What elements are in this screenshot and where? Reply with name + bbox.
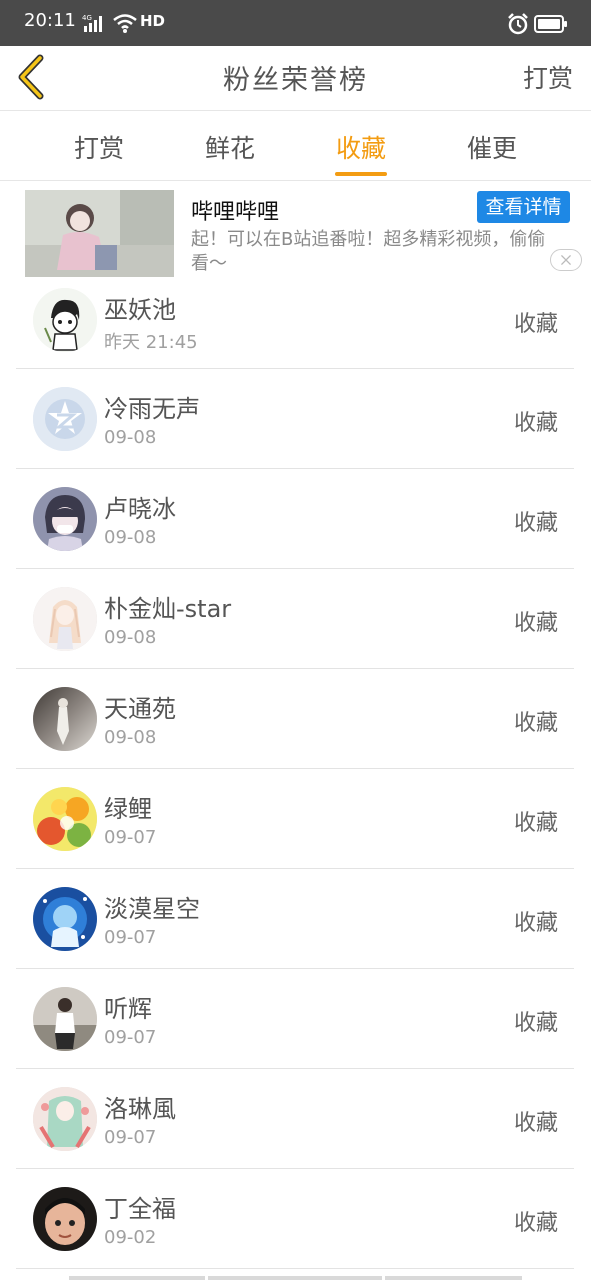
collect-label: 收藏	[513, 1011, 558, 1036]
view-details-button[interactable]: 查看详情	[477, 191, 570, 223]
tab-flowers[interactable]: 鲜花	[190, 129, 270, 165]
collect-label: 收藏	[513, 611, 558, 636]
fan-date: 09-07	[104, 927, 157, 948]
list-item[interactable]: 冷雨无声 09-08 收藏	[16, 369, 574, 469]
collect-label: 收藏	[513, 811, 558, 836]
fan-name: 冷雨无声	[104, 395, 200, 423]
fan-name: 天通苑	[104, 695, 176, 723]
fan-date: 09-08	[104, 427, 157, 448]
fan-name: 听辉	[104, 995, 152, 1023]
list-item[interactable]: 朴金灿-star 09-08 收藏	[16, 569, 574, 669]
fan-date: 09-08	[104, 627, 157, 648]
collect-label: 收藏	[513, 411, 558, 436]
collect-label: 收藏	[513, 511, 558, 536]
avatar	[33, 887, 97, 951]
signal-icon: 4G	[82, 14, 102, 32]
fan-name: 卢晓冰	[104, 495, 176, 523]
collect-label: 收藏	[513, 711, 558, 736]
list-item[interactable]: 天通苑 09-08 收藏	[16, 669, 574, 769]
hd-indicator: HD	[140, 12, 166, 30]
avatar	[33, 787, 97, 851]
fan-date: 09-07	[104, 827, 157, 848]
tab-tip[interactable]: 打赏	[59, 129, 139, 165]
title-bar: 粉丝荣誉榜 打赏	[0, 46, 591, 111]
avatar	[33, 587, 97, 651]
list-item[interactable]: 洛琳風 09-07 收藏	[16, 1069, 574, 1169]
status-time: 20:11	[24, 10, 76, 31]
list-item[interactable]: 丁全福 09-02 收藏	[16, 1169, 574, 1269]
tab-collect[interactable]: 收藏	[321, 129, 401, 165]
bottom-bar-segment	[385, 1276, 522, 1280]
alarm-icon	[508, 13, 528, 35]
fan-date: 09-08	[104, 727, 157, 748]
list-item[interactable]: 听辉 09-07 收藏	[16, 969, 574, 1069]
avatar	[33, 1187, 97, 1251]
close-icon[interactable]	[550, 249, 582, 271]
ad-title: 哔哩哔哩	[191, 200, 280, 225]
avatar	[33, 987, 97, 1051]
avatar	[33, 1087, 97, 1151]
collect-label: 收藏	[513, 911, 558, 936]
list-item[interactable]: 绿鲤 09-07 收藏	[16, 769, 574, 869]
tab-urge[interactable]: 催更	[452, 129, 532, 165]
avatar	[33, 387, 97, 451]
fan-date: 09-08	[104, 527, 157, 548]
fan-name: 洛琳風	[104, 1095, 176, 1123]
bottom-bar-segment	[69, 1276, 205, 1280]
fan-name: 淡漠星空	[104, 895, 200, 923]
fan-name: 绿鲤	[104, 795, 152, 823]
collect-label: 收藏	[513, 1111, 558, 1136]
list-item[interactable]: 淡漠星空 09-07 收藏	[16, 869, 574, 969]
list-item[interactable]: 卢晓冰 09-08 收藏	[16, 469, 574, 569]
avatar	[33, 288, 97, 352]
fan-list: 巫妖池 昨天 21:45 收藏 冷雨无声 09-08 收藏 卢晓冰 09-08 …	[0, 270, 591, 1269]
active-tab-indicator	[335, 172, 387, 176]
ad-description: 起！可以在B站追番啦！超多精彩视频，偷偷看〜	[191, 229, 546, 274]
battery-icon	[534, 15, 567, 33]
fan-name: 巫妖池	[104, 296, 176, 324]
fan-date: 09-07	[104, 1027, 157, 1048]
wifi-icon	[113, 14, 137, 33]
fan-date: 昨天 21:45	[104, 332, 198, 353]
fan-date: 09-07	[104, 1127, 157, 1148]
tip-button[interactable]: 打赏	[523, 59, 573, 95]
fan-date: 09-02	[104, 1227, 157, 1248]
collect-label: 收藏	[513, 1211, 558, 1236]
network-label: 4G	[82, 14, 92, 22]
avatar	[33, 687, 97, 751]
ad-thumbnail[interactable]	[25, 190, 174, 277]
list-item[interactable]: 巫妖池 昨天 21:45 收藏	[16, 270, 574, 369]
tab-bar: 打赏 鲜花 收藏 催更	[0, 111, 591, 181]
page-title: 粉丝荣誉榜	[223, 65, 368, 96]
avatar	[33, 487, 97, 551]
bottom-bar-segment	[208, 1276, 382, 1280]
fan-name: 丁全福	[104, 1195, 176, 1223]
collect-label: 收藏	[513, 312, 558, 337]
fan-name: 朴金灿-star	[104, 595, 232, 623]
status-bar: 20:11 4G HD	[0, 0, 591, 46]
ad-banner[interactable]: 哔哩哔哩 查看详情 起！可以在B站追番啦！超多精彩视频，偷偷看〜	[0, 182, 591, 280]
